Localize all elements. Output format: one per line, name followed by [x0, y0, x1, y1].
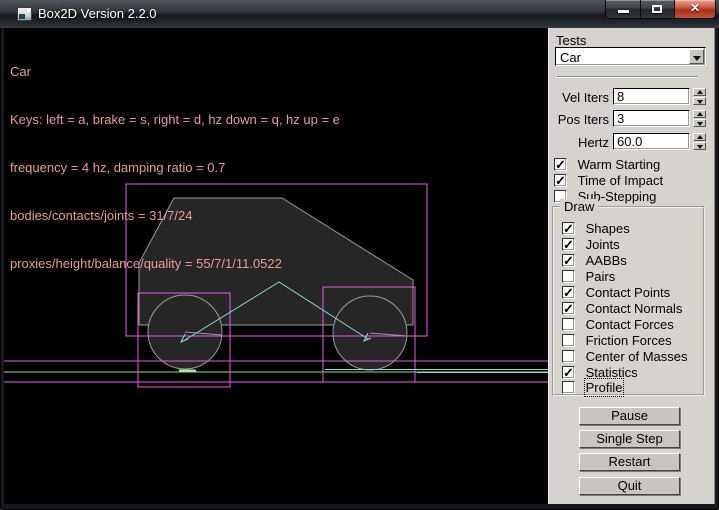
checkbox-label: Warm Starting [578, 157, 661, 172]
close-button[interactable]: ✕ [674, 0, 716, 19]
chevron-down-icon [693, 56, 701, 61]
window-controls: ✕ [605, 0, 716, 19]
checkbox-label: AABBs [586, 253, 627, 268]
vel-iters-row: Vel Iters [552, 88, 711, 106]
checkbox-label: Shapes [586, 221, 630, 236]
pos-iters-stepper [693, 110, 706, 127]
checkbox-contact-points[interactable]: ✓ Contact Points [562, 284, 670, 299]
maximize-icon [652, 5, 662, 13]
checkbox-box[interactable]: ✓ [562, 254, 575, 267]
checkbox-pairs[interactable]: Pairs [562, 268, 615, 283]
checkbox-box[interactable]: ✓ [562, 302, 575, 315]
checkbox-statistics[interactable]: ✓ Statistics [562, 364, 638, 379]
pause-button[interactable]: Pause [579, 407, 680, 425]
checkbox-time-of-impact[interactable]: ✓ Time of Impact [554, 172, 663, 187]
debug-text: Car Keys: left = a, brake = s, right = d… [10, 32, 340, 304]
checkbox-aabbs[interactable]: ✓ AABBs [562, 252, 627, 267]
pos-iters-down-button[interactable] [693, 119, 706, 127]
tests-dropdown-button[interactable] [689, 49, 704, 64]
checkbox-label: Profile [586, 380, 623, 395]
stats-proxies-text: proxies/height/balance/quality = 55/7/1/… [10, 256, 340, 272]
checkbox-contact-forces[interactable]: Contact Forces [562, 316, 674, 331]
quit-button[interactable]: Quit [579, 477, 680, 495]
checkbox-joints[interactable]: ✓ Joints [562, 236, 620, 251]
window-title: Box2D Version 2.2.0 [38, 6, 157, 21]
draw-group-label: Draw [560, 199, 598, 214]
checkbox-label: Time of Impact [578, 173, 663, 188]
restart-button[interactable]: Restart [579, 453, 680, 471]
checkbox-center-of-masses[interactable]: Center of Masses [562, 348, 688, 363]
checkbox-box[interactable]: ✓ [562, 366, 575, 379]
vel-iters-stepper [693, 88, 706, 105]
checkbox-box[interactable] [562, 270, 575, 283]
checkbox-box[interactable] [562, 350, 575, 363]
pos-iters-label: Pos Iters [552, 112, 609, 127]
checkbox-box[interactable]: ✓ [562, 238, 575, 251]
window-content: Car Keys: left = a, brake = s, right = d… [4, 28, 715, 504]
checkbox-box[interactable] [562, 318, 575, 331]
app-window: Box2D Version 2.2.0 ✕ Car Keys: left = a… [0, 0, 719, 510]
vel-iters-input[interactable] [613, 88, 690, 105]
checkbox-label: Center of Masses [586, 349, 688, 364]
arrow-up-icon [697, 90, 703, 94]
checkbox-box[interactable]: ✓ [554, 158, 567, 171]
draw-group: Draw ✓ Shapes ✓ Joints ✓ AABBs Pairs [552, 206, 705, 396]
vel-iters-label: Vel Iters [552, 90, 609, 105]
left-contact-highlight [179, 370, 196, 373]
pos-iters-row: Pos Iters [552, 110, 711, 128]
hertz-input[interactable] [613, 133, 690, 150]
title-bar[interactable]: Box2D Version 2.2.0 ✕ [0, 0, 719, 28]
tests-dropdown[interactable]: Car [555, 47, 706, 66]
single-step-button[interactable]: Single Step [579, 430, 680, 448]
checkbox-warm-starting[interactable]: ✓ Warm Starting [554, 156, 660, 171]
checkbox-shapes[interactable]: ✓ Shapes [562, 220, 630, 235]
checkbox-contact-normals[interactable]: ✓ Contact Normals [562, 300, 682, 315]
tests-label: Tests [556, 33, 586, 48]
arrow-up-icon [697, 112, 703, 116]
checkbox-box[interactable]: ✓ [562, 286, 575, 299]
minimize-button[interactable] [605, 0, 641, 19]
stats-bodies-text: bodies/contacts/joints = 31/7/24 [10, 208, 340, 224]
pos-iters-up-button[interactable] [693, 110, 706, 118]
hertz-down-button[interactable] [693, 142, 706, 150]
maximize-button[interactable] [641, 0, 674, 19]
keys-help-text: Keys: left = a, brake = s, right = d, hz… [10, 112, 340, 128]
checkbox-box[interactable]: ✓ [554, 174, 567, 187]
checkbox-label: Contact Points [586, 285, 671, 300]
pos-iters-input[interactable] [613, 110, 690, 127]
arrow-down-icon [697, 145, 703, 149]
checkbox-label: Statistics [586, 365, 638, 380]
checkbox-label: Pairs [586, 269, 616, 284]
checkbox-box[interactable] [562, 334, 575, 347]
checkbox-profile[interactable]: Profile [562, 379, 622, 394]
close-icon: ✕ [675, 1, 715, 15]
frequency-text: frequency = 4 hz, damping ratio = 0.7 [10, 160, 340, 176]
checkbox-friction-forces[interactable]: Friction Forces [562, 332, 672, 347]
checkbox-label: Joints [586, 237, 620, 252]
arrow-down-icon [697, 100, 703, 104]
arrow-down-icon [697, 122, 703, 126]
control-panel: Tests Car Vel Iters Pos Iters [548, 28, 715, 504]
test-name-text: Car [10, 64, 340, 80]
hertz-row: Hertz [552, 133, 711, 151]
arrow-up-icon [697, 135, 703, 139]
app-icon[interactable] [17, 7, 32, 21]
hertz-stepper [693, 133, 706, 150]
vel-iters-down-button[interactable] [693, 97, 706, 105]
hertz-up-button[interactable] [693, 133, 706, 141]
tests-dropdown-value: Car [560, 50, 581, 65]
checkbox-label: Contact Forces [586, 317, 674, 332]
hertz-label: Hertz [552, 135, 609, 150]
checkbox-box[interactable] [562, 381, 575, 394]
checkbox-label: Friction Forces [586, 333, 672, 348]
minimize-icon [618, 10, 629, 13]
simulation-canvas[interactable]: Car Keys: left = a, brake = s, right = d… [4, 28, 548, 504]
checkbox-label: Contact Normals [586, 301, 683, 316]
separator [557, 76, 698, 78]
checkbox-box[interactable]: ✓ [562, 222, 575, 235]
vel-iters-up-button[interactable] [693, 88, 706, 96]
